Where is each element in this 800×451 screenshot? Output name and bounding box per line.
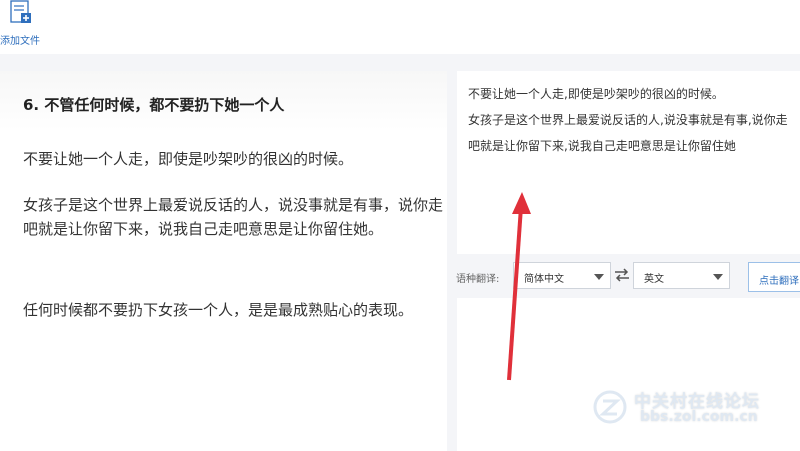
- source-text: 不要让她一个人走,即使是吵架吵的很凶的时候。 女孩子是这个世界上最爱说反话的人,…: [468, 81, 794, 159]
- source-line: 不要让她一个人走,即使是吵架吵的很凶的时候。: [468, 87, 724, 101]
- document-heading: 6. 不管任何时候，都不要扔下她一个人: [23, 96, 285, 114]
- add-file-button[interactable]: 添加文件: [0, 0, 46, 50]
- source-text-area[interactable]: 不要让她一个人走,即使是吵架吵的很凶的时候。 女孩子是这个世界上最爱说反话的人,…: [457, 71, 800, 254]
- translate-button-label: 点击翻译: [759, 276, 799, 287]
- document-preview: [0, 71, 447, 451]
- watermark-url: bbs.zol.com.cn: [640, 409, 758, 425]
- add-file-icon: [10, 0, 31, 23]
- target-language-value: 英文: [644, 274, 664, 285]
- source-line: 女孩子是这个世界上最爱说反话的人,说没事就是有事,说你走吧就是让你留下来,说我自…: [468, 113, 788, 153]
- swap-arrows-icon[interactable]: [614, 268, 630, 282]
- zol-logo-icon: [593, 390, 627, 424]
- document-paragraph: 女孩子是这个世界上最爱说反话的人，说没事就是有事，说你走吧就是让你留下来，说我自…: [23, 196, 444, 238]
- source-language-select[interactable]: 简体中文: [513, 262, 611, 289]
- target-language-select[interactable]: 英文: [633, 262, 730, 289]
- language-bar: 语种翻译: 简体中文 英文 点击翻译: [449, 256, 800, 296]
- document-paragraph: 任何时候都不要扔下女孩一个人，是是最成熟贴心的表现。: [23, 301, 414, 319]
- language-label: 语种翻译:: [456, 274, 500, 285]
- document-paragraph: 不要让她一个人走，即使是吵架吵的很凶的时候。: [23, 150, 354, 168]
- chevron-down-icon: [713, 274, 723, 280]
- watermark: 中关村在线论坛 bbs.zol.com.cn: [592, 387, 792, 431]
- add-file-label: 添加文件: [0, 36, 40, 47]
- translate-button[interactable]: 点击翻译: [748, 262, 800, 292]
- toolbar: 添加文件: [0, 0, 800, 54]
- source-language-value: 简体中文: [524, 274, 564, 285]
- chevron-down-icon: [594, 274, 604, 280]
